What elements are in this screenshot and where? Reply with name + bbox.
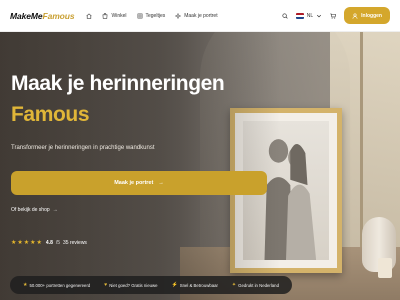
nav-winkel-link[interactable]: Winkel xyxy=(102,12,127,19)
brand-logo[interactable]: MakeMeFamous xyxy=(10,10,75,21)
nav-portret-link[interactable]: Maak je portret xyxy=(175,12,218,19)
login-button[interactable]: Inloggen xyxy=(344,7,390,24)
view-shop-label: Of bekijk de shop xyxy=(11,207,50,213)
top-navigation: MakeMeFamous Winkel Tegeltjes Maak je po… xyxy=(0,0,400,32)
lightning-icon: ⚡ xyxy=(171,282,178,288)
chevron-down-icon xyxy=(316,13,322,19)
hero-title-highlight: Famous xyxy=(11,103,90,126)
review-count: 35 reviews xyxy=(63,239,87,246)
search-icon[interactable] xyxy=(282,12,288,19)
nav-portret-label: Maak je portret xyxy=(184,12,218,19)
nav-tegeltjes-label: Tegeltjes xyxy=(145,12,166,19)
sparkle-icon xyxy=(175,12,182,19)
badge-free-replacement: ♥ Niet goed? Gratis nieuwe xyxy=(104,282,157,288)
login-label: Inloggen xyxy=(361,12,382,19)
nav-home-link[interactable] xyxy=(86,12,93,19)
badge-portraits-generated: ★ 50.000+ portretten gegenereerd xyxy=(23,282,90,288)
store-icon xyxy=(102,12,108,19)
badge-label: Snel & Betrouwbaar xyxy=(179,282,218,288)
trust-badges-bar: ★ 50.000+ portretten gegenereerd ♥ Niet … xyxy=(10,276,292,294)
nav-links: Winkel Tegeltjes Maak je portret xyxy=(86,12,218,19)
tile-icon xyxy=(137,13,143,19)
badge-printed-nl: ✦ Gedrukt in Nederland xyxy=(232,282,279,288)
netherlands-flag-icon xyxy=(295,12,304,19)
arrow-right-icon: → xyxy=(158,180,164,186)
create-portrait-label: Maak je portret xyxy=(114,180,154,186)
logo-text-make-me: MakeMe xyxy=(10,10,43,21)
view-shop-link[interactable]: Of bekijk de shop → xyxy=(11,207,58,213)
nav-tegeltjes-link[interactable]: Tegeltjes xyxy=(137,12,166,19)
badge-label: Gedrukt in Nederland xyxy=(238,282,279,288)
nav-winkel-label: Winkel xyxy=(111,12,127,19)
arrow-right-icon: → xyxy=(52,207,58,213)
hero-title: Maak je herinneringen xyxy=(11,72,225,95)
badge-label: 50.000+ portretten gegenereerd xyxy=(29,282,91,288)
hero-subtitle: Transformeer je herinneringen in prachti… xyxy=(11,145,155,151)
rating-score: 4.8 xyxy=(45,239,53,246)
cart-icon[interactable] xyxy=(330,13,337,19)
star-rating-icon: ★★★★★ xyxy=(11,240,43,246)
nav-actions: NL Inloggen xyxy=(282,7,390,24)
home-icon xyxy=(86,12,93,19)
user-icon xyxy=(352,12,358,19)
star-icon: ★ xyxy=(22,282,28,288)
sparkle-icon: ✦ xyxy=(231,282,237,288)
badge-fast-reliable: ⚡ Snel & Betrouwbaar xyxy=(171,282,217,288)
hero-section: Maak je herinneringen Famous Transformee… xyxy=(0,32,400,300)
badge-label: Niet goed? Gratis nieuwe xyxy=(109,282,158,288)
logo-text-famous: Famous xyxy=(42,10,75,21)
rating-summary: ★★★★★ 4.8/5 35 reviews xyxy=(11,239,87,247)
heart-icon: ♥ xyxy=(104,282,108,288)
language-selector[interactable]: NL xyxy=(295,12,322,19)
create-portrait-button[interactable]: Maak je portret → xyxy=(11,171,267,195)
language-label: NL xyxy=(306,12,314,19)
rating-out-of: /5 xyxy=(55,239,61,246)
